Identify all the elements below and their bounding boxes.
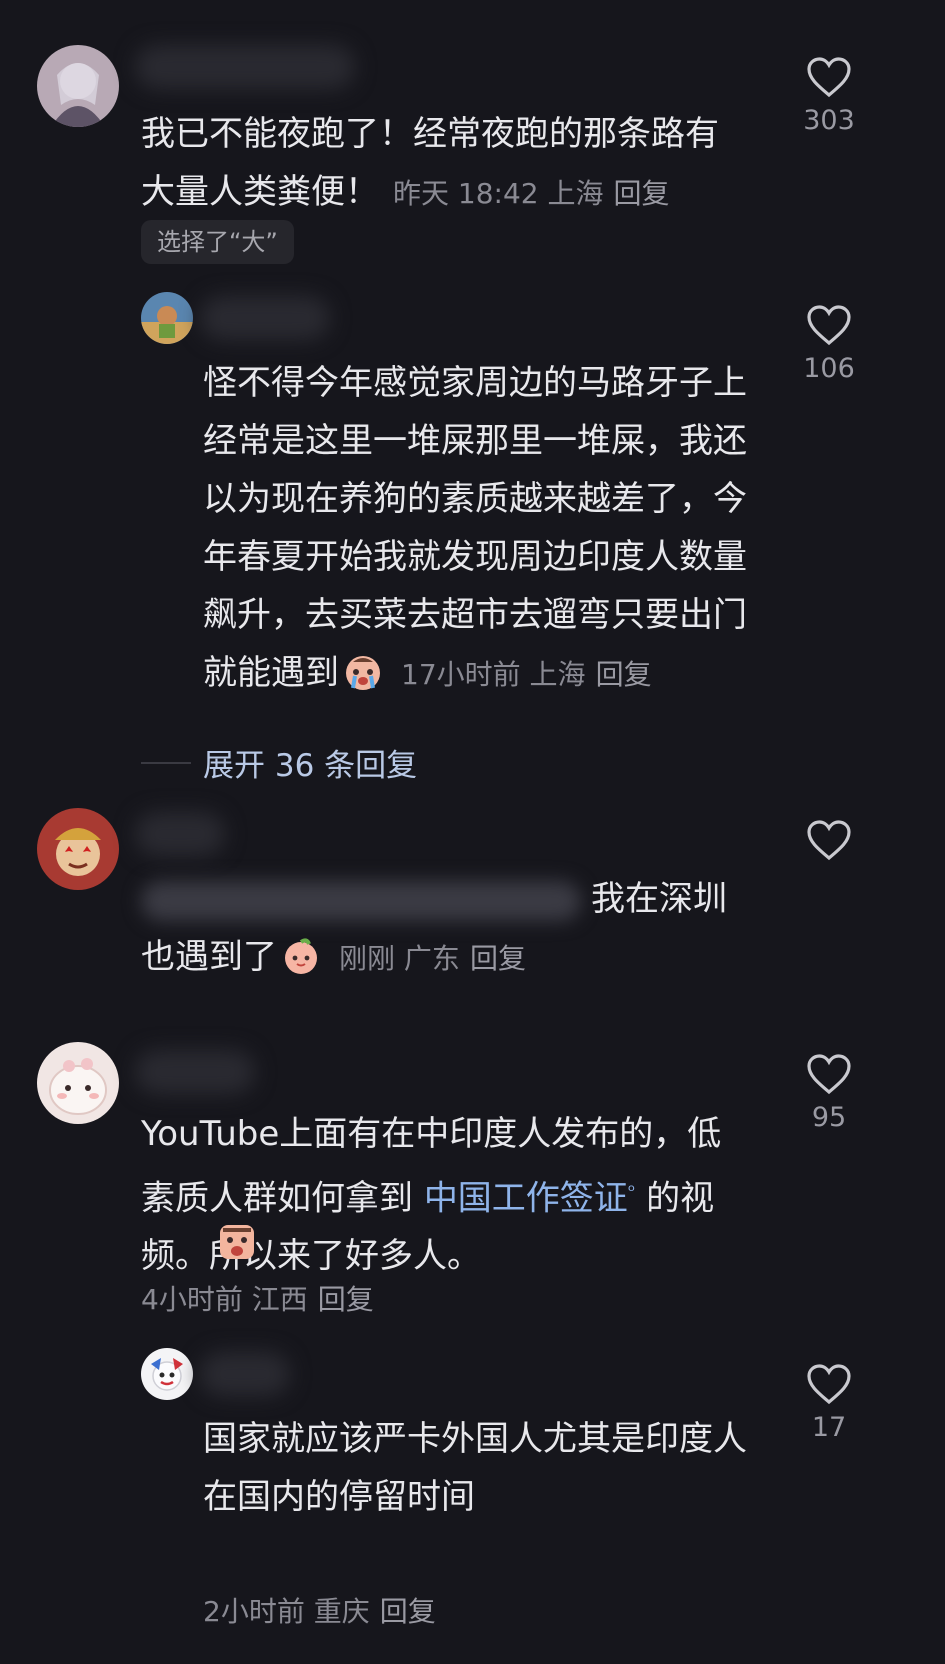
scared-face-icon (220, 1225, 254, 1259)
reply-button[interactable]: 回复 (470, 942, 526, 975)
heart-icon (807, 57, 851, 98)
heart-icon (807, 1364, 851, 1405)
blurred-quote (141, 880, 581, 921)
heart-icon (807, 305, 851, 346)
comment-text: 我已不能夜跑了！经常夜跑的那条路有 大量人类粪便！ 昨天 18:42 上海 回复 (141, 114, 719, 212)
like-count: 303 (803, 105, 855, 136)
avatar[interactable] (37, 1042, 119, 1124)
comment-meta: 2小时前 重庆 回复 (203, 1595, 436, 1628)
username-blurred[interactable] (135, 45, 355, 89)
like-button[interactable]: 95 (789, 1052, 869, 1133)
comment-list: 我已不能夜跑了！经常夜跑的那条路有 大量人类粪便！ 昨天 18:42 上海 回复 选… (0, 0, 945, 1664)
reply-button[interactable]: 回复 (614, 177, 670, 210)
comment-meta: 4小时前 江西 回复 (141, 1283, 374, 1316)
username-blurred[interactable] (135, 1050, 255, 1094)
crying-face-icon (346, 656, 380, 690)
like-button[interactable] (789, 818, 869, 862)
peach-face-icon (285, 938, 317, 974)
like-count: 95 (811, 1102, 847, 1133)
comment-text: 国家就应该严卡外国人尤其是印度人 在国内的停留时间 (203, 1419, 747, 1517)
avatar[interactable] (141, 1348, 193, 1400)
like-button[interactable]: 17 (789, 1362, 869, 1443)
comment-text: 我在深圳 也遇到了 刚刚 广东 回复 (141, 879, 727, 977)
reply-button[interactable]: 回复 (596, 658, 652, 691)
comment-meta: 刚刚 广东 回复 (339, 942, 526, 975)
like-button[interactable]: 303 (789, 55, 869, 136)
like-count: 17 (811, 1412, 847, 1443)
comment-text: 怪不得今年感觉家周边的马路牙子上 经常是这里一堆屎那里一堆屎，我还 以为现在养狗… (203, 363, 747, 693)
heart-icon (807, 1054, 851, 1095)
comment-meta: 昨天 18:42 上海 回复 (393, 177, 670, 210)
heart-icon (807, 820, 851, 861)
comment-meta: 17小时前 上海 回复 (401, 658, 652, 691)
choice-chip: 选择了“大” (141, 220, 294, 264)
like-count: 106 (803, 353, 855, 384)
username-blurred[interactable] (135, 812, 225, 856)
avatar[interactable] (37, 45, 119, 127)
divider (141, 762, 191, 764)
avatar[interactable] (141, 292, 193, 344)
reply-button[interactable]: 回复 (380, 1595, 436, 1628)
username-blurred[interactable] (200, 296, 330, 340)
expand-replies-button[interactable]: 展开 36 条回复 (203, 740, 417, 785)
search-link[interactable]: 中国工作签证 (424, 1178, 628, 1218)
username-blurred[interactable] (200, 1352, 290, 1396)
like-button[interactable]: 106 (789, 303, 869, 384)
avatar[interactable] (37, 808, 119, 890)
reply-button[interactable]: 回复 (318, 1283, 374, 1316)
